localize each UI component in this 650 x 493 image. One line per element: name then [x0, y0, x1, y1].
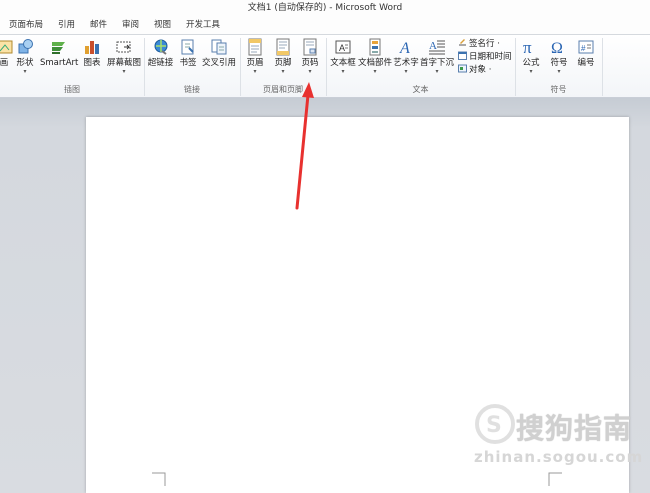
cross-reference-button[interactable]: 交叉引用 [201, 38, 237, 69]
group-label-symbols: 符号 [550, 85, 567, 94]
footer-icon [276, 38, 290, 56]
drawing-button[interactable]: 画 [0, 38, 13, 69]
tab-page-layout[interactable]: 页面布局 [9, 17, 43, 34]
number-icon: # [578, 40, 594, 54]
svg-text:S: S [486, 413, 502, 438]
shapes-button[interactable]: 形状 ▾ [14, 38, 36, 75]
drawing-icon [0, 40, 13, 54]
bookmark-icon [181, 39, 194, 55]
svg-text:π: π [523, 38, 532, 56]
tab-mailings[interactable]: 邮件 [90, 17, 107, 34]
wordart-icon: A [399, 40, 410, 56]
hyperlink-icon [154, 39, 167, 55]
header-icon [248, 38, 262, 56]
tab-view[interactable]: 视图 [154, 17, 171, 34]
drop-cap-button[interactable]: A 首字下沉 ▾ [420, 38, 454, 75]
chart-icon [85, 41, 99, 54]
number-button[interactable]: # 编号 [576, 38, 596, 69]
signature-line-icon [459, 39, 466, 46]
svg-text:A: A [339, 43, 345, 53]
date-time-button[interactable]: 日期和时间 [458, 51, 512, 63]
smartart-icon [52, 42, 65, 54]
page-number-button[interactable]: 页码 ▾ [299, 38, 321, 75]
date-time-icon [458, 51, 467, 60]
watermark-url: zhinan.sogou.com [474, 448, 644, 466]
symbol-icon: Ω [551, 40, 563, 56]
drop-cap-icon: A [429, 40, 445, 55]
svg-text:#: # [581, 44, 586, 53]
group-label-links: 链接 [184, 85, 200, 94]
header-button[interactable]: 页眉 ▾ [244, 38, 266, 75]
tab-references[interactable]: 引用 [58, 17, 75, 34]
equation-button[interactable]: π 公式 ▾ [521, 38, 541, 75]
group-label-text: 文本 [412, 85, 429, 94]
page-margin-mark-left [152, 472, 166, 486]
smartart-button[interactable]: SmartArt [40, 38, 78, 69]
group-labels: 插图 链接 页眉和页脚 文本 符号 [0, 83, 650, 97]
quick-parts-button[interactable]: 文档部件 ▾ [358, 38, 392, 75]
symbol-button[interactable]: Ω 符号 ▾ [549, 38, 569, 75]
window-title: 文档1 (自动保存的) - Microsoft Word [0, 0, 650, 17]
ribbon-tabs: 页面布局 引用 邮件 审阅 视图 开发工具 [0, 17, 650, 35]
bookmark-button[interactable]: 书签 [178, 38, 198, 69]
hyperlink-button[interactable]: 超链接 [147, 38, 174, 69]
tab-review[interactable]: 审阅 [122, 17, 139, 34]
screenshot-button[interactable]: 屏幕截图 ▾ [106, 38, 142, 75]
shapes-icon [18, 39, 33, 54]
page-number-icon [303, 38, 317, 56]
textbox-button[interactable]: A 文本框 ▾ [330, 38, 356, 75]
page-margin-mark-right [548, 472, 562, 486]
object-icon [458, 64, 467, 73]
signature-line-button[interactable]: 签名行 · [458, 38, 500, 50]
footer-button[interactable]: 页脚 ▾ [272, 38, 294, 75]
svg-text:A: A [429, 40, 437, 52]
watermark-text: 搜狗指南 [516, 412, 633, 445]
sogou-logo-icon: S [475, 404, 515, 444]
svg-text:Ω: Ω [551, 40, 563, 56]
group-label-illustrations: 插图 [64, 85, 80, 94]
object-button[interactable]: 对象 · [458, 64, 491, 76]
wordart-button[interactable]: A 艺术字 ▾ [393, 38, 419, 75]
cross-reference-icon [211, 39, 227, 55]
screenshot-icon [116, 41, 131, 53]
svg-text:A: A [399, 40, 410, 56]
quick-parts-icon [369, 38, 381, 56]
group-label-header-footer: 页眉和页脚 [263, 85, 303, 94]
chart-button[interactable]: 图表 [81, 38, 103, 69]
textbox-icon: A [335, 40, 351, 54]
tab-developer[interactable]: 开发工具 [186, 17, 220, 34]
equation-icon: π [523, 38, 532, 56]
